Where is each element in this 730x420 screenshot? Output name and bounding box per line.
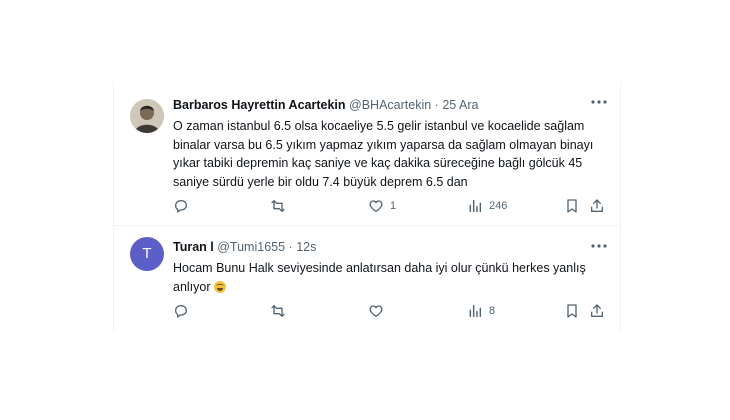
reply-button[interactable] [173,198,195,214]
bookmark-button[interactable] [564,303,580,319]
timeline: Barbaros Hayrettin Acartekin @BHAcarteki… [113,82,621,331]
author-handle[interactable]: @Tumi1655 [217,240,285,254]
views-icon [469,199,482,213]
tweet-actions: 1 246 [173,198,606,218]
author-handle[interactable]: @BHAcartekin [349,98,431,112]
bookmark-button[interactable] [564,198,580,214]
like-count: 1 [390,200,397,212]
tweet-header: Barbaros Hayrettin Acartekin @BHAcarteki… [173,97,606,114]
avatar-photo [130,99,164,133]
views-button[interactable]: 8 [467,303,495,319]
share-icon [591,199,603,212]
share-button[interactable] [589,198,605,214]
share-icon [591,304,603,317]
view-count: 8 [489,305,496,317]
reply-button[interactable] [173,303,195,319]
author-name[interactable]: Barbaros Hayrettin Acartekin [173,98,346,112]
views-button[interactable]: 246 [467,198,507,214]
like-icon [369,305,383,317]
like-button[interactable] [368,303,390,319]
tweet[interactable]: T Turan l @Tumi1655 · 12s Hocam Bunu Hal… [114,226,620,331]
tweet-header: Turan l @Tumi1655 · 12s [173,239,606,256]
tweet[interactable]: Barbaros Hayrettin Acartekin @BHAcarteki… [114,82,620,226]
tweet-text-container: Hocam Bunu Halk seviyesinde anlatırsan d… [173,259,606,296]
tweet-text: Hocam Bunu Halk seviyesinde anlatırsan d… [173,261,586,294]
more-icon[interactable] [590,240,608,252]
like-icon [369,200,383,212]
like-button[interactable]: 1 [368,198,396,214]
reply-icon [175,200,187,213]
avatar[interactable]: T [130,237,164,271]
view-count: 246 [489,200,508,212]
separator: · [288,240,293,254]
retweet-button[interactable] [270,198,292,214]
retweet-button[interactable] [270,303,292,319]
more-icon[interactable] [590,96,608,108]
timestamp[interactable]: 25 Ara [442,98,478,112]
views-icon [469,304,482,318]
separator: · [434,98,439,112]
bookmark-icon [567,199,577,213]
laughing-tears-emoji-icon [214,280,227,293]
retweet-icon [271,305,285,317]
share-button[interactable] [589,303,605,319]
tweet-actions: 8 [173,303,606,323]
reply-icon [175,305,187,318]
tweet-text: O zaman istanbul 6.5 olsa kocaeliye 5.5 … [173,119,594,189]
author-name[interactable]: Turan l [173,240,214,254]
avatar[interactable] [130,99,164,133]
retweet-icon [271,200,285,212]
timestamp[interactable]: 12s [296,240,316,254]
bookmark-icon [567,304,577,318]
